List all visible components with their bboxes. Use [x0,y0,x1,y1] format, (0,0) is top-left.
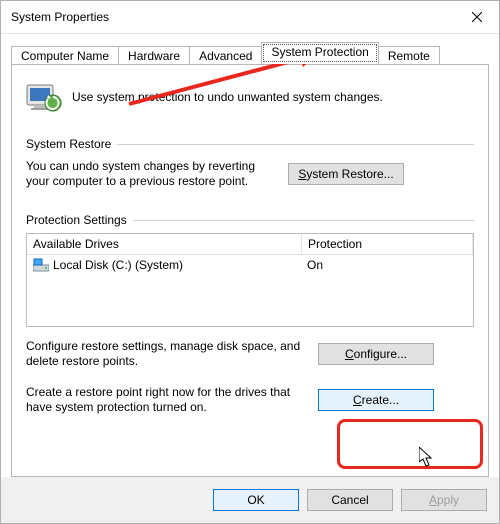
protection-settings-legend: Protection Settings [26,213,474,227]
system-properties-dialog: System Properties Computer Name Hardware… [0,0,500,524]
tab-computer-name[interactable]: Computer Name [11,46,119,65]
tab-page: Use system protection to undo unwanted s… [11,64,489,477]
intro-row: Use system protection to undo unwanted s… [26,79,474,115]
table-row[interactable]: Local Disk (C:) (System) On [27,255,473,275]
tab-hardware[interactable]: Hardware [118,46,190,65]
configure-text: Configure restore settings, manage disk … [26,339,306,369]
apply-button[interactable]: Apply [401,489,487,511]
ok-button[interactable]: OK [213,489,299,511]
configure-row: Configure restore settings, manage disk … [26,339,474,369]
client-area: Computer Name Hardware Advanced System P… [1,34,499,477]
system-protection-icon [26,79,62,115]
tab-strip: Computer Name Hardware Advanced System P… [11,42,489,64]
table-header: Available Drives Protection [27,234,473,255]
tab-advanced[interactable]: Advanced [189,46,262,65]
system-restore-button[interactable]: System Restore... [288,163,404,185]
drive-cell: Local Disk (C:) (System) [27,256,301,274]
tab-system-protection[interactable]: System Protection [261,42,378,64]
dialog-footer: OK Cancel Apply [1,477,499,523]
create-button[interactable]: Create... [318,389,434,411]
cancel-button[interactable]: Cancel [307,489,393,511]
configure-button[interactable]: Configure... [318,343,434,365]
system-restore-text: You can undo system changes by reverting… [26,159,276,189]
intro-text: Use system protection to undo unwanted s… [72,90,383,104]
close-icon [472,12,482,22]
protection-cell: On [301,256,473,274]
drives-table[interactable]: Available Drives Protection Local Disk (… [26,233,474,327]
create-text: Create a restore point right now for the… [26,385,306,415]
titlebar: System Properties [1,1,499,34]
col-protection: Protection [302,234,473,254]
close-button[interactable] [455,1,499,33]
create-row: Create a restore point right now for the… [26,385,474,415]
col-available-drives: Available Drives [27,234,302,254]
window-title: System Properties [11,10,109,24]
system-restore-legend: System Restore [26,137,474,151]
drive-icon [33,258,49,272]
system-restore-row: You can undo system changes by reverting… [26,159,474,189]
tab-remote[interactable]: Remote [378,46,440,65]
